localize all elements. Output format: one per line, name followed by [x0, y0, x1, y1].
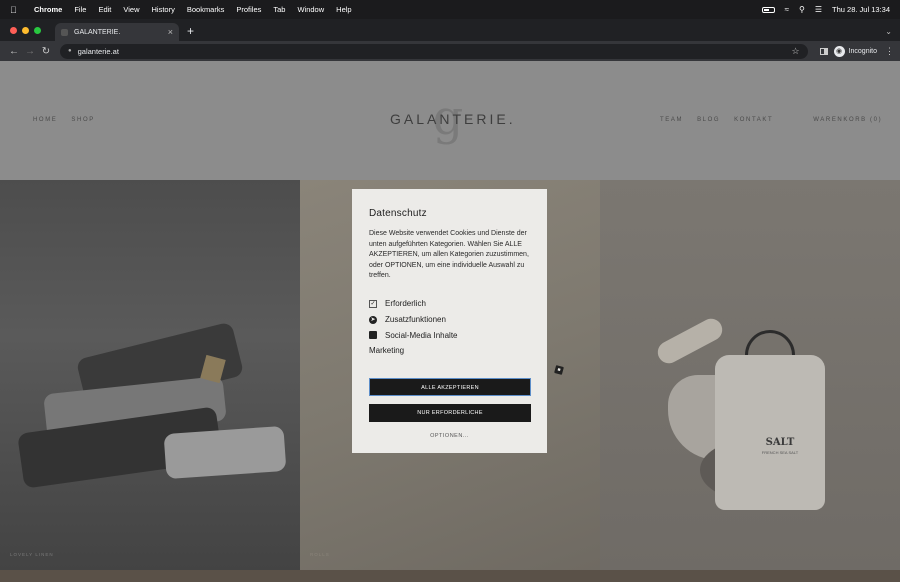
- linen-patterned-shape: [163, 425, 287, 480]
- options-link[interactable]: OPTIONEN...: [369, 433, 530, 439]
- fullscreen-window-icon[interactable]: [34, 27, 41, 34]
- battery-icon[interactable]: [761, 6, 775, 13]
- compass-icon: ➤: [369, 315, 377, 324]
- pestle-shape: [653, 314, 727, 368]
- image-caption-linen: LOVELY LINEN: [10, 552, 54, 557]
- required-only-button[interactable]: NUR ERFORDERLICHE: [369, 403, 531, 422]
- spotlight-search-icon[interactable]: ⚲: [799, 5, 805, 14]
- browser-tab-strip: GALANTERIE. × + ⌄: [0, 19, 900, 41]
- main-nav-right: TEAM BLOG KONTAKT WARENKORB (0): [660, 117, 882, 123]
- category-label: Marketing: [369, 346, 405, 356]
- nav-kontakt[interactable]: KONTAKT: [734, 117, 773, 123]
- macos-menubar:  Chrome File Edit View History Bookmark…: [0, 0, 900, 19]
- menu-help[interactable]: Help: [336, 5, 351, 14]
- bookmark-star-icon[interactable]: ☆: [792, 46, 800, 57]
- menu-app-name[interactable]: Chrome: [34, 5, 62, 14]
- checkbox-icon[interactable]: ✓: [369, 299, 377, 308]
- salt-bag-shape: [715, 355, 825, 510]
- menu-profiles[interactable]: Profiles: [236, 5, 261, 14]
- new-tab-icon[interactable]: +: [187, 24, 194, 38]
- site-logo[interactable]: GALANTERIE.: [390, 111, 513, 127]
- close-tab-icon[interactable]: ×: [168, 27, 173, 37]
- consent-description: Diese Website verwendet Cookies und Dien…: [369, 230, 529, 280]
- control-center-icon[interactable]: ☰: [815, 5, 822, 14]
- accept-all-button[interactable]: ALLE AKZEPTIEREN: [369, 377, 531, 396]
- browser-toolbar: ← → ↻ ● galanterie.at ☆ ◉ Incognito ⋮: [0, 41, 900, 61]
- side-panel-icon[interactable]: [819, 47, 828, 55]
- menu-view[interactable]: View: [123, 5, 139, 14]
- menu-bookmarks[interactable]: Bookmarks: [187, 5, 225, 14]
- main-nav-left: HOME SHOP: [33, 117, 95, 123]
- cart-link[interactable]: WARENKORB (0): [813, 117, 882, 123]
- window-controls: [10, 27, 41, 34]
- favicon-icon: [61, 28, 68, 36]
- nav-team[interactable]: TEAM: [660, 117, 683, 123]
- hero-image-salt[interactable]: SALT FRENCH SEA SALT: [600, 180, 900, 570]
- salt-bag-sublabel: FRENCH SEA SALT: [761, 450, 799, 455]
- address-bar[interactable]: ● galanterie.at ☆: [60, 43, 808, 59]
- nav-home[interactable]: HOME: [33, 117, 57, 123]
- category-label: Social-Media Inhalte: [385, 330, 458, 340]
- menu-history[interactable]: History: [152, 5, 175, 14]
- nav-blog[interactable]: BLOG: [697, 117, 720, 123]
- hero-image-linen[interactable]: LOVELY LINEN: [0, 180, 300, 570]
- back-arrow-icon[interactable]: ←: [6, 46, 22, 57]
- cookie-consent-dialog: Datenschutz Diese Website verwendet Cook…: [352, 189, 564, 453]
- category-marketing[interactable]: ■ Marketing: [369, 343, 564, 375]
- incognito-label: Incognito: [848, 47, 877, 55]
- salt-bag-label: SALT: [765, 437, 795, 448]
- incognito-profile-button[interactable]: ◉ Incognito: [833, 45, 877, 57]
- tab-search-chevron-icon[interactable]: ⌄: [885, 27, 892, 36]
- menu-edit[interactable]: Edit: [98, 5, 111, 14]
- browser-menu-icon[interactable]: ⋮: [885, 46, 894, 57]
- incognito-icon: ◉: [833, 45, 845, 57]
- menubar-status-area: ≈ ⚲ ☰ Thu 28. Jul 13:34: [761, 5, 890, 14]
- category-social-media[interactable]: Social-Media Inhalte: [369, 327, 530, 343]
- close-window-icon[interactable]: [10, 27, 17, 34]
- url-text[interactable]: galanterie.at: [78, 47, 119, 56]
- site-header: HOME SHOP g GALANTERIE. TEAM BLOG KONTAK…: [0, 61, 900, 180]
- forward-arrow-icon[interactable]: →: [22, 46, 38, 57]
- minimize-window-icon[interactable]: [22, 27, 29, 34]
- apple-menu-icon[interactable]: : [10, 5, 20, 15]
- category-required[interactable]: ✓ Erforderlich: [369, 296, 530, 312]
- category-label: Zusatzfunktionen: [385, 315, 446, 324]
- category-additional-features[interactable]: ➤ Zusatzfunktionen: [369, 312, 530, 328]
- stack-icon: [369, 331, 377, 340]
- category-label: Erforderlich: [385, 299, 426, 309]
- tab-title: GALANTERIE.: [74, 28, 121, 36]
- image-caption-middle: ROLLS: [310, 552, 330, 557]
- next-section-preview: [0, 570, 900, 582]
- menu-file[interactable]: File: [74, 5, 86, 14]
- menubar-clock[interactable]: Thu 28. Jul 13:34: [832, 5, 890, 14]
- lock-icon[interactable]: ●: [68, 48, 72, 54]
- consent-title: Datenschutz: [369, 208, 427, 219]
- wifi-icon[interactable]: ≈: [785, 5, 789, 14]
- nav-shop[interactable]: SHOP: [71, 117, 94, 123]
- menu-tab[interactable]: Tab: [273, 5, 285, 14]
- menu-window[interactable]: Window: [297, 5, 324, 14]
- reload-icon[interactable]: ↻: [38, 46, 54, 57]
- browser-tab-active[interactable]: GALANTERIE. ×: [55, 23, 179, 41]
